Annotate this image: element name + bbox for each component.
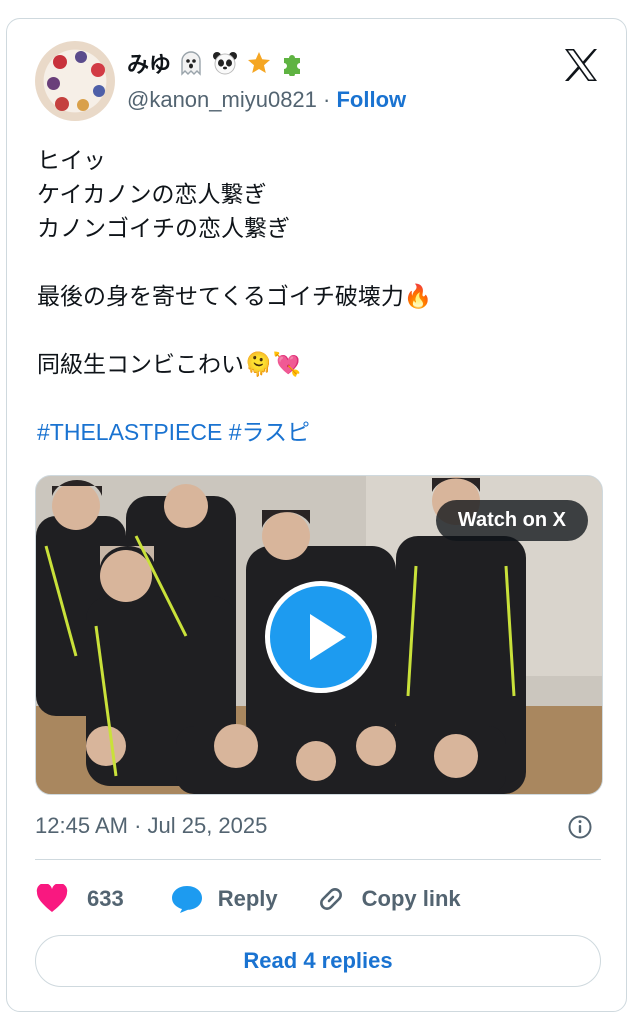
like-action[interactable]: 633 <box>35 882 124 916</box>
star-icon <box>245 49 273 77</box>
author-handle-row: @kanon_miyu0821 · Follow <box>127 87 406 113</box>
play-icon <box>310 614 346 660</box>
read-replies-button[interactable]: Read 4 replies <box>35 935 601 987</box>
like-count: 633 <box>87 886 124 911</box>
avatar[interactable] <box>35 41 115 121</box>
puzzle-icon <box>279 49 307 77</box>
tweet-timestamp[interactable]: 12:45 AM · Jul 25, 2025 <box>35 813 267 839</box>
divider <box>35 859 601 860</box>
reply-label: Reply <box>217 886 278 911</box>
tweet-line: ケイカノンの恋人繋ぎ <box>37 181 267 207</box>
tweet-line: 最後の身を寄せてくるゴイチ破壊力🔥 <box>37 283 433 309</box>
reply-action[interactable]: Reply <box>170 882 278 916</box>
link-icon <box>314 882 348 916</box>
tweet-line: カノンゴイチの恋人繋ぎ <box>37 215 290 241</box>
heart-icon <box>35 882 69 916</box>
hashtag-links[interactable]: #THELASTPIECE #ラスピ <box>37 415 607 449</box>
action-bar: 633 Reply Copy link <box>35 879 461 919</box>
reply-bubble-icon <box>170 882 204 916</box>
follow-button[interactable]: Follow <box>336 87 406 112</box>
video-thumbnail[interactable]: Watch on X <box>35 475 603 795</box>
x-logo-icon[interactable] <box>561 45 601 85</box>
tweet-line: ヒイッ <box>37 147 106 173</box>
watch-on-x-button[interactable]: Watch on X <box>435 500 588 541</box>
panda-icon <box>211 49 239 77</box>
tweet-line <box>37 313 607 347</box>
tweet-line <box>37 245 607 279</box>
tweet-text: ヒイッ ケイカノンの恋人繋ぎ カノンゴイチの恋人繋ぎ 最後の身を寄せてくるゴイチ… <box>37 143 607 449</box>
info-icon[interactable] <box>567 814 593 840</box>
copy-link-label: Copy link <box>361 886 461 911</box>
play-button[interactable] <box>265 581 377 693</box>
author-name-row[interactable]: みゆ <box>127 47 307 79</box>
author-display-name[interactable]: みゆ <box>127 47 171 79</box>
copy-link-action[interactable]: Copy link <box>314 882 461 916</box>
author-handle[interactable]: @kanon_miyu0821 <box>127 87 317 112</box>
ghost-icon <box>177 49 205 77</box>
tweet-line <box>37 381 607 415</box>
separator-dot: · <box>323 87 331 112</box>
tweet-line: 同級生コンビこわい🫠💘 <box>37 351 302 377</box>
tweet-embed-card: みゆ @kanon_miyu0821 · Follow ヒイッ ケイカノンの恋人… <box>6 18 627 1012</box>
